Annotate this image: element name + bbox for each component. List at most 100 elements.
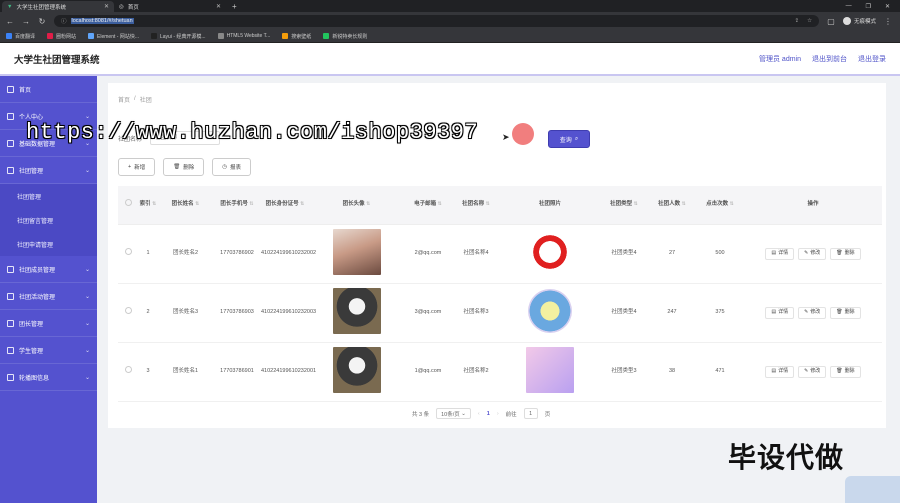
column-header[interactable]: 电子邮箱 ⇅ bbox=[404, 186, 452, 225]
sort-icon[interactable]: ⇅ bbox=[152, 201, 156, 207]
column-header[interactable]: 社团类型 ⇅ bbox=[600, 186, 648, 225]
sidebar-item[interactable]: 团长管理 ⌄ bbox=[0, 310, 97, 337]
delete-button[interactable]: 🗑 删除 bbox=[830, 365, 861, 378]
bookmark-item[interactable]: Element - 网站快... bbox=[88, 33, 139, 40]
column-header[interactable]: 索引 ⇅ bbox=[138, 186, 158, 225]
column-header[interactable]: 社团人数 ⇅ bbox=[648, 186, 696, 225]
edit-button[interactable]: ✎ 修改 bbox=[798, 306, 827, 319]
new-tab-icon[interactable]: + bbox=[232, 2, 237, 11]
menu-icon[interactable]: ⋮ bbox=[884, 17, 892, 26]
row-checkbox[interactable] bbox=[118, 342, 138, 402]
sort-icon[interactable]: ⇅ bbox=[366, 201, 370, 207]
row-checkbox[interactable] bbox=[118, 283, 138, 343]
sidebar-item[interactable]: 社团活动管理 ⌄ bbox=[0, 283, 97, 310]
forward-icon[interactable]: → bbox=[22, 17, 30, 26]
logout-link[interactable]: 退出登录 bbox=[858, 54, 886, 64]
edit-icon: ✎ bbox=[804, 309, 809, 315]
chevron-down-icon: ⌄ bbox=[84, 374, 90, 381]
bookmark-item[interactable]: 搜索壁纸 bbox=[282, 33, 311, 40]
breadcrumb-home[interactable]: 首页 bbox=[118, 95, 130, 104]
column-header[interactable]: 团长手机号 ⇅ bbox=[213, 186, 261, 225]
sidebar-subitem[interactable]: 社团申请管理 bbox=[0, 232, 97, 256]
next-page-icon[interactable]: › bbox=[497, 411, 499, 417]
sidebar-subitem[interactable]: 社团管理 bbox=[0, 184, 97, 208]
club-photo-image bbox=[531, 232, 569, 271]
prev-page-icon[interactable]: ‹ bbox=[478, 411, 480, 417]
page-size-select[interactable]: 10条/页 ⌄ bbox=[436, 408, 471, 419]
star-icon[interactable]: ☆ bbox=[807, 18, 812, 24]
bookmark-item[interactable]: 百度翻译 bbox=[6, 33, 35, 40]
sort-icon[interactable]: ⇅ bbox=[195, 201, 199, 207]
query-button[interactable]: 查询 ⌕ bbox=[548, 130, 590, 148]
sort-icon[interactable]: ⇅ bbox=[300, 201, 304, 207]
column-header[interactable]: 团长姓名 ⇅ bbox=[158, 186, 213, 225]
row-checkbox[interactable] bbox=[118, 224, 138, 284]
column-header[interactable]: 社团名称 ⇅ bbox=[452, 186, 500, 225]
edit-button[interactable]: ✎ 修改 bbox=[798, 365, 827, 378]
minimize-icon[interactable]: — bbox=[846, 3, 852, 10]
sidebar-item[interactable]: 首页 bbox=[0, 76, 97, 103]
delete-button[interactable]: 🗑 删除 bbox=[830, 247, 861, 260]
cell-members: 247 bbox=[648, 283, 696, 343]
column-header[interactable]: 操作 bbox=[744, 186, 882, 225]
cell-actions: ▤ 详情 ✎ 修改 🗑 删除 bbox=[744, 342, 882, 402]
cell-club: 社团名称3 bbox=[452, 283, 500, 343]
extensions-icon[interactable]: ▢ bbox=[827, 17, 835, 26]
goto-page-input[interactable]: 1 bbox=[523, 408, 538, 419]
current-page[interactable]: 1 bbox=[487, 411, 490, 417]
select-all-checkbox[interactable] bbox=[118, 186, 138, 225]
url-input[interactable]: ⓘ localhost:8081/#/shetuan ⇪ ☆ bbox=[54, 15, 819, 27]
menu-item-icon bbox=[7, 139, 14, 147]
sidebar-item[interactable]: 学生管理 ⌄ bbox=[0, 337, 97, 364]
cell-members: 27 bbox=[648, 224, 696, 284]
menu-item-icon bbox=[7, 265, 14, 273]
bookmark-item[interactable]: Layui - 经典开源模... bbox=[151, 33, 206, 40]
delete-button[interactable]: 🗑 删除 bbox=[830, 306, 861, 319]
edit-button[interactable]: ✎ 修改 bbox=[798, 247, 827, 260]
close-tab-icon[interactable]: ✕ bbox=[104, 3, 109, 10]
goto-label: 前往 bbox=[505, 411, 517, 418]
back-to-front-link[interactable]: 退出到前台 bbox=[812, 54, 847, 64]
cell-type: 社团类型4 bbox=[600, 224, 648, 284]
trash-icon: 🗑 bbox=[836, 309, 843, 315]
column-header[interactable]: 社团照片 bbox=[500, 186, 600, 225]
detail-button[interactable]: ▤ 详情 bbox=[765, 365, 795, 378]
bookmark-icon bbox=[6, 33, 12, 39]
close-tab-icon[interactable]: ✕ bbox=[216, 3, 221, 10]
maximize-icon[interactable]: ❐ bbox=[866, 3, 871, 10]
bookmark-icon bbox=[282, 33, 289, 39]
chevron-down-icon: ⌄ bbox=[84, 293, 90, 300]
detail-button[interactable]: ▤ 详情 bbox=[765, 247, 795, 260]
bookmark-item[interactable]: 圈粉网站 bbox=[47, 33, 76, 40]
back-icon[interactable]: ← bbox=[6, 17, 14, 26]
sidebar-subitem[interactable]: 社团留言管理 bbox=[0, 208, 97, 232]
action-row: + 新增 🗑 删除 ◷ 报表 bbox=[118, 158, 252, 176]
browser-tab[interactable]: ◎ 首页 ✕ bbox=[114, 1, 226, 12]
column-header[interactable]: 点击次数 ⇅ bbox=[696, 186, 744, 225]
sort-icon[interactable]: ⇅ bbox=[730, 201, 734, 207]
bookmark-icon bbox=[151, 33, 157, 39]
sort-icon[interactable]: ⇅ bbox=[249, 201, 253, 207]
bookmark-item[interactable]: HTML5 Website T... bbox=[217, 33, 270, 39]
admin-label: 管理员 admin bbox=[758, 55, 801, 63]
sort-icon[interactable]: ⇅ bbox=[438, 201, 442, 207]
cell-clicks: 500 bbox=[696, 224, 744, 284]
column-header[interactable]: 团长身份证号 ⇅ bbox=[261, 186, 309, 225]
column-header[interactable]: 团长头像 ⇅ bbox=[309, 186, 404, 225]
report-button[interactable]: ◷ 报表 bbox=[212, 158, 252, 176]
reload-icon[interactable]: ↻ bbox=[38, 17, 46, 26]
sort-icon[interactable]: ⇅ bbox=[634, 201, 638, 207]
profile-button[interactable]: 无痕模式 bbox=[843, 17, 876, 25]
sort-icon[interactable]: ⇅ bbox=[682, 201, 686, 207]
add-button[interactable]: + 新增 bbox=[118, 158, 156, 176]
batch-delete-button[interactable]: 🗑 删除 bbox=[163, 158, 205, 176]
sort-icon[interactable]: ⇅ bbox=[486, 201, 490, 207]
share-icon[interactable]: ⇪ bbox=[794, 18, 799, 24]
sidebar-item[interactable]: 社团管理 ⌄ bbox=[0, 157, 97, 184]
bookmark-item[interactable]: 新锐特卖长规则 bbox=[323, 33, 367, 40]
close-window-icon[interactable]: ✕ bbox=[885, 3, 890, 10]
sidebar-item[interactable]: 轮播图信息 ⌄ bbox=[0, 364, 97, 391]
sidebar-item[interactable]: 社团成员管理 ⌄ bbox=[0, 256, 97, 283]
browser-tab-active[interactable]: ▼ 大学生社团管理系统 ✕ bbox=[2, 1, 114, 12]
detail-button[interactable]: ▤ 详情 bbox=[765, 306, 795, 319]
